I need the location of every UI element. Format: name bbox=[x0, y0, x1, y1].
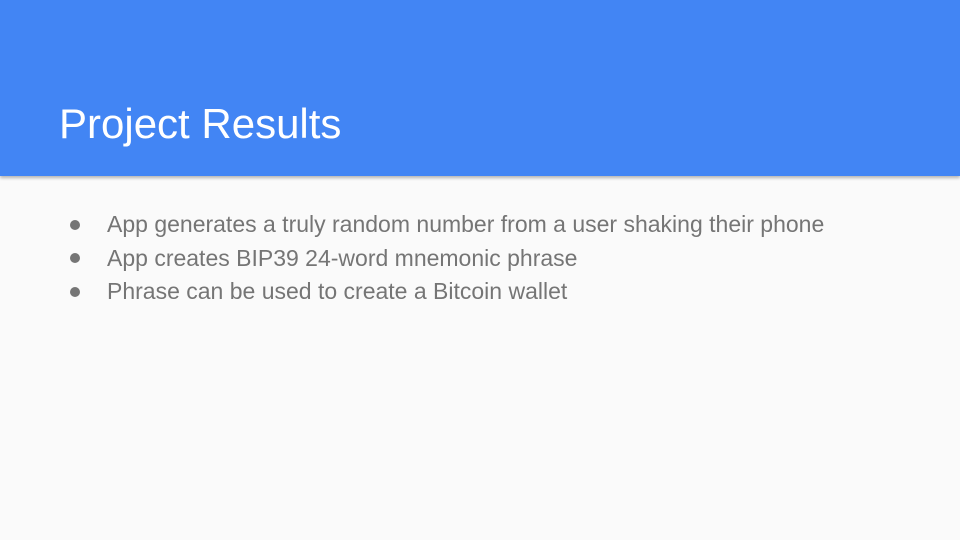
bullet-list: App generates a truly random number from… bbox=[66, 208, 824, 309]
bullet-dot-icon bbox=[70, 286, 80, 297]
bullet-text: App generates a truly random number from… bbox=[107, 211, 825, 238]
bullet-text: Phrase can be used to create a Bitcoin w… bbox=[107, 278, 568, 305]
bullet-item: Phrase can be used to create a Bitcoin w… bbox=[66, 275, 824, 309]
slide-title: Project Results bbox=[59, 100, 342, 147]
bullet-item: App creates BIP39 24-word mnemonic phras… bbox=[66, 242, 824, 276]
slide: Project Results App generates a truly ra… bbox=[0, 0, 960, 540]
bullet-text: App creates BIP39 24-word mnemonic phras… bbox=[107, 244, 578, 271]
bullet-dot-icon bbox=[70, 253, 80, 264]
bullet-item: App generates a truly random number from… bbox=[66, 208, 824, 242]
bullet-dot-icon bbox=[70, 219, 80, 230]
